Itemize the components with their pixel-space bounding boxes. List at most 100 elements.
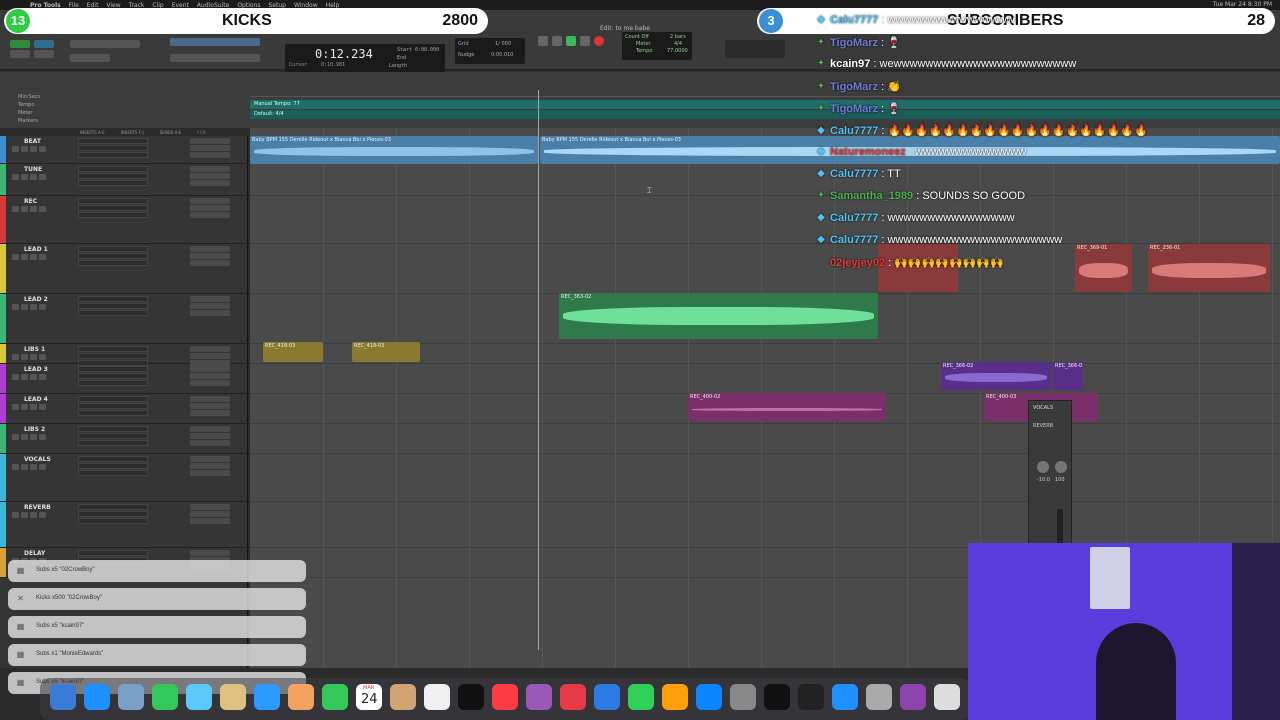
clip-libs1-a[interactable]: REC_418-03 [263,342,323,362]
track-name[interactable]: LEAD 1 [24,246,48,253]
input-monitor-button[interactable] [21,374,28,380]
insert-slots[interactable] [78,198,148,222]
tempo-value[interactable]: 77.0000 [667,48,688,54]
keynote-icon[interactable] [594,684,620,710]
meter-value[interactable]: 4/4 [674,41,682,47]
ilok-icon[interactable] [798,684,824,710]
record-enable-button[interactable] [12,434,19,440]
input-monitor-button[interactable] [21,146,28,152]
mute-button[interactable] [39,512,46,518]
solo-button[interactable] [30,146,37,152]
io-selectors[interactable] [190,366,230,387]
rewind-icon[interactable] [538,36,548,46]
spot-mode-button[interactable] [34,40,54,48]
app-icon[interactable] [934,684,960,710]
clip-libs1-b[interactable]: REC_418-03 [352,342,420,362]
avid-icon[interactable] [900,684,926,710]
grid-mode-button[interactable] [34,50,54,58]
insert-slots[interactable] [78,456,148,480]
contacts-icon[interactable] [390,684,416,710]
facetime-icon[interactable] [322,684,348,710]
nudge-value[interactable]: 0:00.010 [491,52,513,58]
pan-knob-icon[interactable] [1055,461,1067,473]
insert-slots[interactable] [78,138,148,162]
mute-button[interactable] [39,404,46,410]
insert-slots[interactable] [78,296,148,320]
track-name[interactable]: LIBS 1 [24,346,45,353]
clip-beat-1[interactable]: Baby BPM 155 Derelle Rideout x Bianca Bo… [250,136,538,164]
solo-button[interactable] [30,206,37,212]
zoom-presets[interactable] [70,54,110,62]
io-selectors[interactable] [190,504,230,525]
record-icon[interactable] [594,36,604,46]
track-name[interactable]: VOCALS [24,456,51,463]
record-enable-button[interactable] [12,146,19,152]
news-icon[interactable] [560,684,586,710]
track-header[interactable]: LIBS 1 [0,344,248,366]
input-monitor-button[interactable] [21,404,28,410]
reminders-icon[interactable] [424,684,450,710]
input-monitor-button[interactable] [21,512,28,518]
track-name[interactable]: REVERB [24,504,51,511]
system-settings-icon[interactable] [730,684,756,710]
mail-icon[interactable] [186,684,212,710]
mute-button[interactable] [39,374,46,380]
mute-button[interactable] [39,206,46,212]
music-icon[interactable] [492,684,518,710]
app-store-icon[interactable] [696,684,722,710]
track-name[interactable]: BEAT [24,138,41,145]
track-header[interactable]: REC [0,196,248,244]
safari-icon[interactable] [84,684,110,710]
insert-slots[interactable] [78,396,148,420]
mixer-insert[interactable]: REVERB [1033,423,1053,429]
podcasts-icon[interactable] [526,684,552,710]
close-icon[interactable]: ✕ [16,594,25,603]
track-name[interactable]: REC [24,198,37,205]
record-enable-button[interactable] [12,174,19,180]
fast-forward-icon[interactable] [580,36,590,46]
pages-icon[interactable] [662,684,688,710]
count-off-label[interactable]: Count Off [625,34,649,40]
record-enable-button[interactable] [12,206,19,212]
zoom-buttons[interactable] [70,40,140,48]
clip-lead4-a[interactable]: REC_400-02 [688,393,886,421]
io-selectors[interactable] [190,198,230,219]
calendar-icon[interactable]: MAR 24 [356,684,382,710]
track-header[interactable]: LEAD 1 [0,244,248,294]
track-header[interactable]: LEAD 4 [0,394,248,424]
track-name[interactable]: DELAY [24,550,45,557]
apple-tv-icon[interactable] [458,684,484,710]
io-selectors[interactable] [190,426,230,447]
edit-tool-options[interactable] [170,54,260,62]
insert-slots[interactable] [78,426,148,450]
mute-button[interactable] [39,254,46,260]
solo-button[interactable] [30,434,37,440]
io-selectors[interactable] [190,166,230,187]
solo-button[interactable] [30,374,37,380]
track-name[interactable]: LIBS 2 [24,426,45,433]
pan-knob-icon[interactable] [1037,461,1049,473]
mute-button[interactable] [39,146,46,152]
clip-lead3-a[interactable]: REC_366-02 [941,362,1051,390]
notes-icon[interactable] [220,684,246,710]
solo-button[interactable] [30,464,37,470]
track-name[interactable]: LEAD 3 [24,366,48,373]
io-selectors[interactable] [190,456,230,477]
input-monitor-button[interactable] [21,434,28,440]
photos-icon[interactable] [288,684,314,710]
clip-lead2[interactable]: REC_363-02 [559,293,878,339]
mute-button[interactable] [39,464,46,470]
track-header[interactable]: LEAD 3 [0,364,248,394]
track-header[interactable]: BEAT [0,136,248,164]
record-enable-button[interactable] [12,374,19,380]
volume-fader[interactable] [1057,509,1063,543]
record-enable-button[interactable] [12,354,19,360]
launchpad-icon[interactable] [118,684,144,710]
track-header[interactable]: VOCALS [0,454,248,502]
input-monitor-button[interactable] [21,354,28,360]
insert-slots[interactable] [78,366,148,390]
record-enable-button[interactable] [12,464,19,470]
io-selectors[interactable] [190,296,230,317]
start-value[interactable]: 0:00.000 [415,47,439,53]
clip-lead3-b[interactable]: REC_366-0 [1053,362,1083,390]
